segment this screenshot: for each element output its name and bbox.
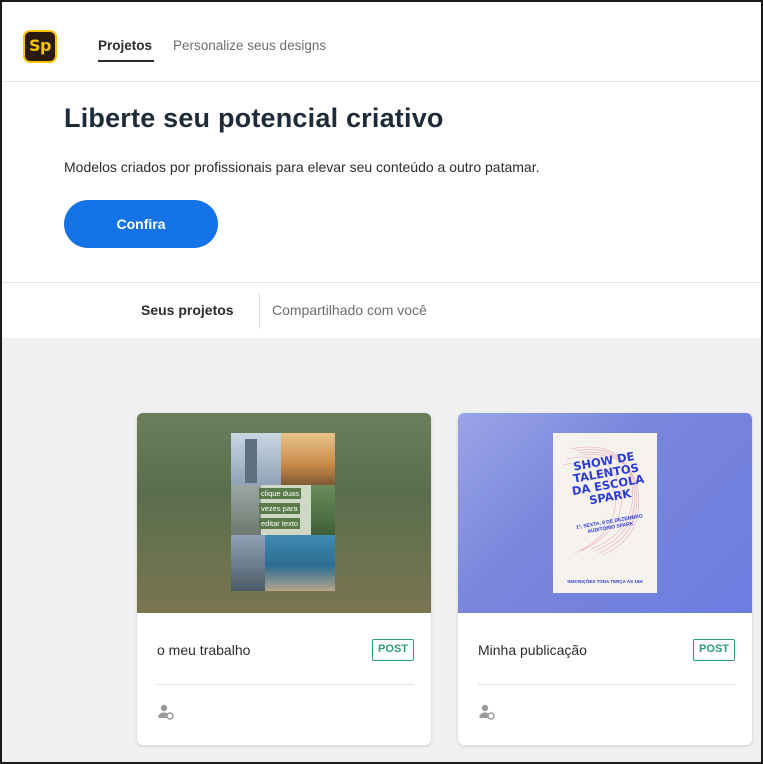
active-tab-indicator — [98, 60, 154, 62]
app-window: Sp Projetos Personalize seus designs Lib… — [0, 0, 763, 764]
tab-seus-projetos[interactable]: Seus projetos — [141, 302, 234, 318]
tab-separator — [259, 293, 260, 329]
post-badge: POST — [372, 639, 414, 661]
tab-compartilhado[interactable]: Compartilhado com você — [272, 302, 427, 318]
poster-footer: INSCRIÇÕES TODA TERÇA ÀS 15H — [567, 579, 643, 584]
card-divider — [478, 684, 735, 685]
post-badge: POST — [693, 639, 735, 661]
poster-preview: SHOW DE TALENTOS DA ESCOLA SPARK 1ª, SEX… — [553, 433, 657, 593]
card-divider — [157, 684, 414, 685]
person-share-icon — [158, 704, 174, 720]
person-share-icon — [479, 704, 495, 720]
project-thumbnail[interactable]: SHOW DE TALENTOS DA ESCOLA SPARK 1ª, SEX… — [458, 413, 752, 613]
poster-preview: clique duas vezes para editar texto — [231, 433, 335, 591]
confira-button[interactable]: Confira — [64, 200, 218, 248]
project-card[interactable]: SHOW DE TALENTOS DA ESCOLA SPARK 1ª, SEX… — [458, 413, 752, 745]
poster-text-line: editar texto — [259, 518, 301, 529]
bridge-photo — [231, 535, 265, 591]
project-tabs: Seus projetos Compartilhado com você — [2, 282, 761, 338]
tower-photo — [231, 485, 261, 535]
poster-text-line: vezes para — [259, 503, 300, 514]
building-photo — [231, 433, 281, 485]
sunset-photo — [281, 433, 335, 485]
project-card[interactable]: clique duas vezes para editar texto o me… — [137, 413, 431, 745]
top-navigation: Sp Projetos Personalize seus designs — [2, 2, 761, 82]
hero-banner: Liberte seu potencial criativo Modelos c… — [2, 82, 761, 282]
hero-title: Liberte seu potencial criativo — [64, 103, 444, 133]
project-title[interactable]: Minha publicação — [478, 642, 587, 658]
poster-text-line: clique duas — [259, 488, 301, 499]
spark-logo[interactable]: Sp — [23, 30, 57, 63]
tab-personalize[interactable]: Personalize seus designs — [173, 38, 326, 53]
cliff-photo — [311, 485, 335, 535]
tab-projetos[interactable]: Projetos — [98, 38, 152, 53]
hero-subtitle: Modelos criados por profissionais para e… — [64, 159, 540, 175]
project-title[interactable]: o meu trabalho — [157, 642, 250, 658]
project-thumbnail[interactable]: clique duas vezes para editar texto — [137, 413, 431, 613]
